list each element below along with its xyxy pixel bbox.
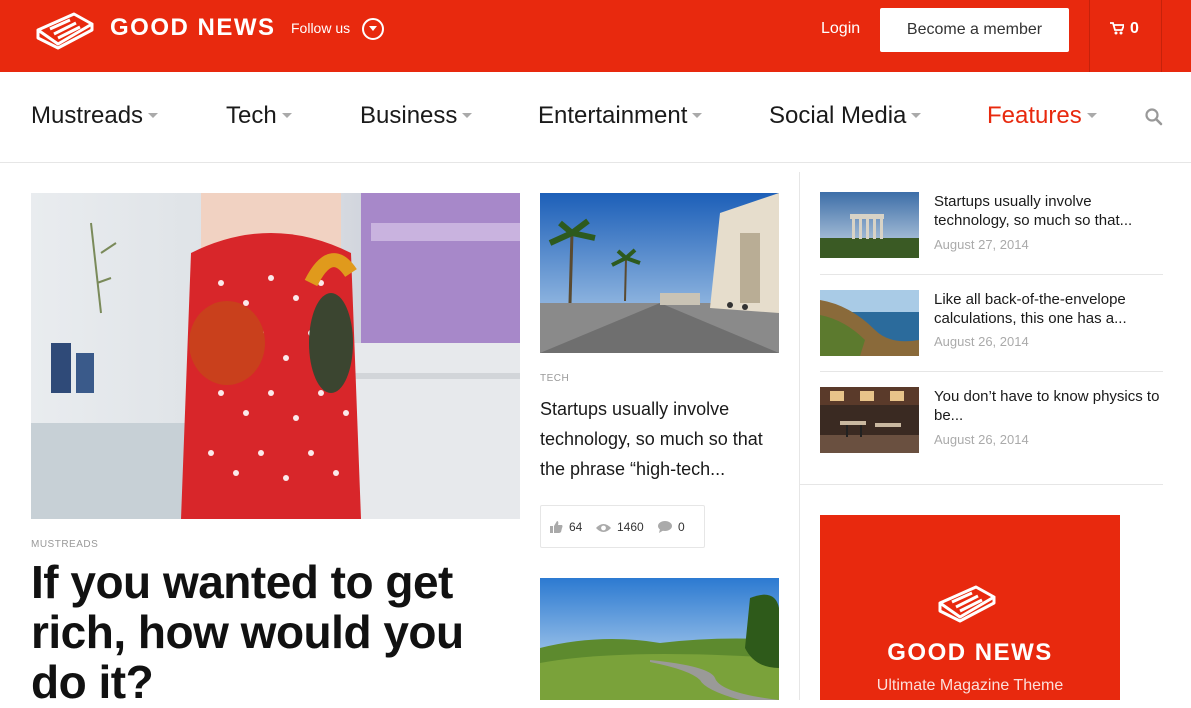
article-title[interactable]: Startups usually involve technology, so …: [540, 394, 780, 484]
comment-icon: [658, 520, 678, 534]
promo-banner[interactable]: GOOD NEWS Ultimate Magazine Theme: [820, 515, 1120, 700]
sidebar-article[interactable]: Like all back-of-the-envelope calculatio…: [820, 290, 1163, 388]
nav-item-features[interactable]: Features: [987, 102, 1097, 130]
caret-down-icon: [1086, 113, 1097, 118]
hero-image[interactable]: [31, 193, 520, 519]
nav-item-label: Features: [987, 102, 1082, 129]
caret-down-icon: [911, 113, 922, 118]
nav-item-label: Mustreads: [31, 102, 144, 129]
comments-stat[interactable]: 0: [658, 520, 685, 534]
sidebar-article-date: August 27, 2014: [934, 237, 1029, 252]
views-count: 1460: [617, 520, 644, 534]
sidebar-article-title[interactable]: You don’t have to know physics to be...: [934, 387, 1162, 425]
nav-item-label: Business: [360, 102, 458, 129]
comments-count: 0: [678, 520, 685, 534]
sidebar-article-title[interactable]: Startups usually involve technology, so …: [934, 192, 1162, 230]
divider: [1161, 0, 1162, 72]
eye-icon: [596, 520, 617, 534]
caret-down-icon: [462, 113, 473, 118]
nav-item-social-media[interactable]: Social Media: [769, 102, 922, 130]
brand-name[interactable]: GOOD NEWS: [110, 14, 276, 42]
promo-brand: GOOD NEWS: [887, 639, 1053, 666]
divider: [820, 274, 1163, 275]
likes-count: 64: [569, 520, 583, 534]
become-member-button[interactable]: Become a member: [880, 8, 1069, 52]
promo-tagline: Ultimate Magazine Theme: [876, 677, 1064, 694]
nav-item-tech[interactable]: Tech: [226, 102, 292, 130]
divider: [820, 371, 1163, 372]
newspaper-logo-icon: [936, 581, 998, 628]
divider: [800, 484, 1163, 485]
hero-title[interactable]: If you wanted to get rich, how would you…: [31, 557, 511, 707]
caret-down-icon: [281, 113, 292, 118]
sidebar-article-date: August 26, 2014: [934, 334, 1029, 349]
article-stats: 64 1460 0: [540, 505, 705, 548]
article-image[interactable]: [540, 578, 779, 700]
sidebar-thumbnail[interactable]: [820, 192, 919, 258]
search-icon[interactable]: [1145, 108, 1163, 131]
nav-item-label: Social Media: [769, 102, 907, 129]
cart-count: 0: [1130, 20, 1139, 37]
article-image[interactable]: [540, 193, 779, 353]
article-category[interactable]: TECH: [540, 373, 569, 384]
sidebar-article[interactable]: You don’t have to know physics to be... …: [820, 387, 1163, 485]
login-link[interactable]: Login: [821, 20, 860, 38]
nav-item-business[interactable]: Business: [360, 102, 473, 130]
sidebar-thumbnail[interactable]: [820, 387, 919, 453]
sidebar-article-date: August 26, 2014: [934, 432, 1029, 447]
sidebar-article[interactable]: Startups usually involve technology, so …: [820, 192, 1163, 290]
main-nav: Mustreads Tech Business Entertainment So…: [0, 72, 1191, 163]
nav-item-label: Entertainment: [538, 102, 688, 129]
caret-down-icon: [148, 113, 159, 118]
caret-down-icon: [692, 113, 703, 118]
sidebar-article-title[interactable]: Like all back-of-the-envelope calculatio…: [934, 290, 1162, 328]
cart-icon: [1110, 20, 1130, 37]
chevron-down-icon[interactable]: [362, 18, 384, 40]
top-bar: GOOD NEWS Follow us Login Become a membe…: [0, 0, 1191, 72]
newspaper-logo-icon[interactable]: [34, 8, 96, 50]
cart-button[interactable]: 0: [1110, 20, 1139, 38]
likes-stat[interactable]: 64: [550, 520, 582, 534]
sidebar-thumbnail[interactable]: [820, 290, 919, 356]
thumbs-up-icon: [550, 520, 569, 534]
divider: [1089, 0, 1090, 72]
nav-item-mustreads[interactable]: Mustreads: [31, 102, 159, 130]
nav-item-label: Tech: [226, 102, 277, 129]
views-stat: 1460: [596, 520, 644, 534]
follow-us-link[interactable]: Follow us: [291, 20, 350, 36]
nav-item-entertainment[interactable]: Entertainment: [538, 102, 703, 130]
hero-category[interactable]: MUSTREADS: [31, 539, 98, 550]
column-divider: [799, 172, 800, 700]
